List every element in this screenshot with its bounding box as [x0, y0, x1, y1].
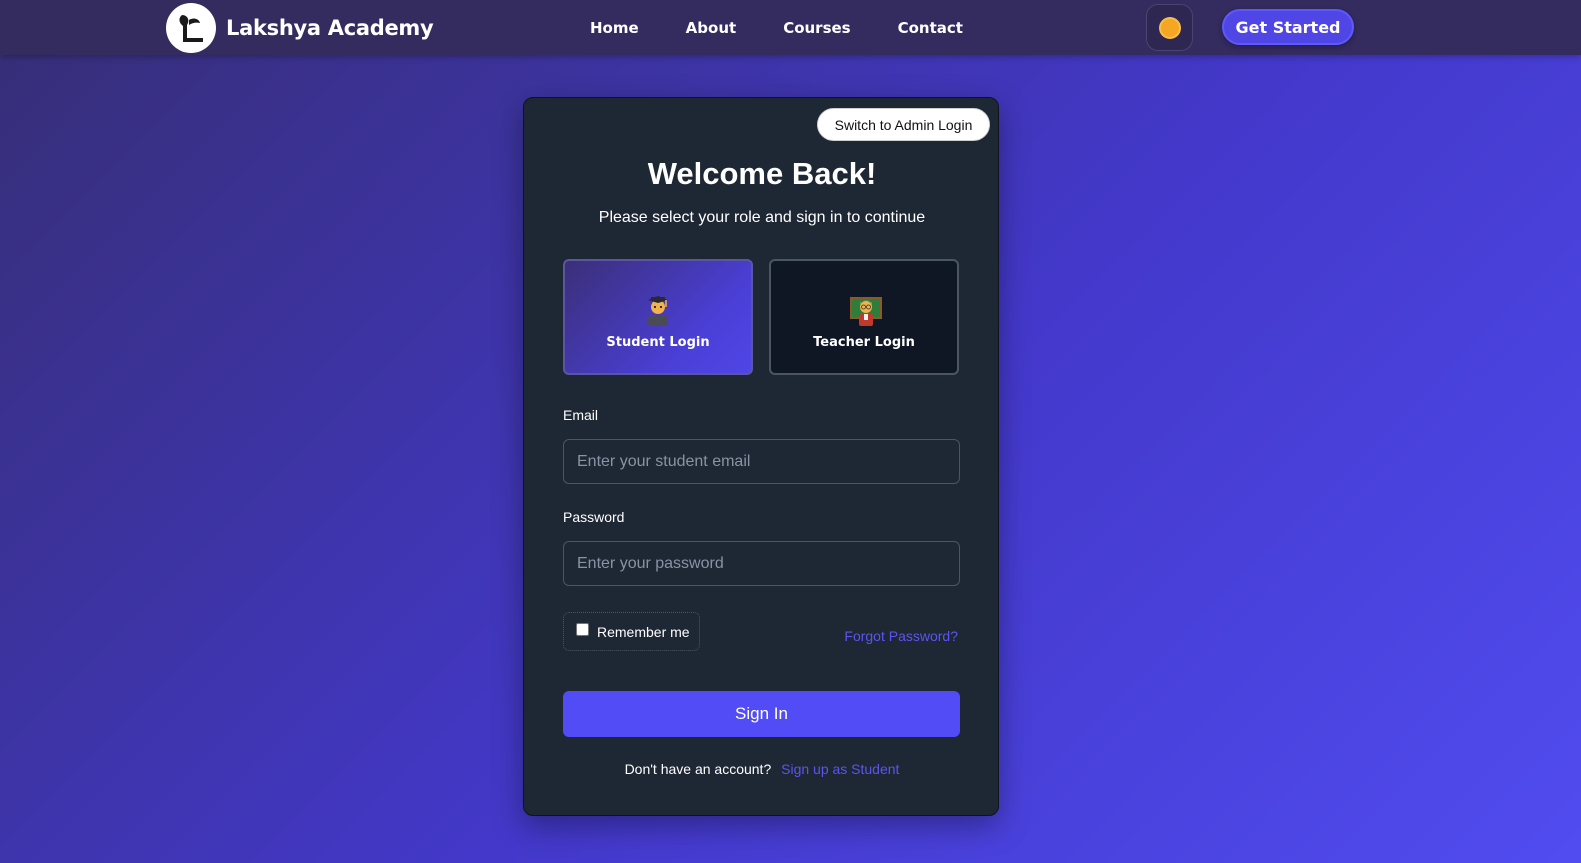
email-label: Email	[563, 407, 599, 423]
password-field[interactable]	[563, 541, 960, 586]
remember-me-label: Remember me	[597, 623, 690, 640]
theme-toggle-button[interactable]	[1146, 4, 1193, 51]
brand-name: Lakshya Academy	[226, 15, 434, 40]
email-field[interactable]	[563, 439, 960, 484]
forgot-password-link[interactable]: Forgot Password?	[844, 628, 958, 644]
signup-row: Don't have an account? Sign up as Studen…	[524, 761, 1000, 777]
remember-me-checkbox[interactable]	[576, 623, 589, 636]
teacher-icon	[850, 294, 882, 326]
lakshya-logo-icon	[166, 2, 216, 53]
top-navbar: Lakshya Academy Home About Courses Conta…	[0, 0, 1581, 55]
nav-link-contact[interactable]: Contact	[898, 19, 963, 37]
get-started-button[interactable]: Get Started	[1222, 9, 1354, 45]
switch-to-admin-button[interactable]: Switch to Admin Login	[817, 108, 990, 141]
page-subtitle: Please select your role and sign in to c…	[598, 209, 926, 226]
signup-prompt: Don't have an account?	[624, 761, 772, 777]
nav-link-home[interactable]: Home	[590, 19, 639, 37]
teacher-login-label: Teacher Login	[813, 335, 915, 350]
nav-link-about[interactable]: About	[686, 19, 737, 37]
student-login-option[interactable]: Student Login	[563, 259, 753, 375]
nav-links: Home About Courses Contact	[590, 0, 1010, 55]
sign-in-button[interactable]: Sign In	[563, 691, 960, 737]
brand[interactable]: Lakshya Academy	[166, 2, 434, 53]
remember-me-option[interactable]: Remember me	[563, 612, 700, 651]
student-icon	[644, 294, 672, 326]
password-label: Password	[563, 509, 625, 525]
login-card: Switch to Admin Login Welcome Back! Plea…	[523, 97, 999, 816]
page-title: Welcome Back!	[647, 156, 877, 191]
nav-link-courses[interactable]: Courses	[783, 19, 850, 37]
teacher-login-option[interactable]: Teacher Login	[769, 259, 959, 375]
signup-link[interactable]: Sign up as Student	[781, 761, 899, 777]
student-login-label: Student Login	[606, 335, 710, 350]
sun-icon	[1160, 18, 1179, 37]
